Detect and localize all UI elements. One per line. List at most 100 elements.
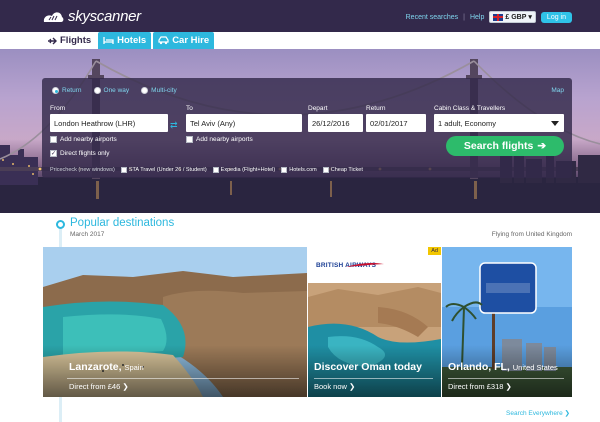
flight-search-form: Return One way Multi-city Map From Londo… (42, 78, 572, 178)
top-header: skyscanner Recent searches | Help £ GBP … (0, 0, 600, 32)
chevron-right-icon: ❯ (564, 410, 570, 417)
radio-one-way-dot (93, 87, 101, 94)
pricecheck-title: Pricecheck (new windows) (50, 167, 115, 173)
login-button[interactable]: Log in (540, 11, 572, 23)
plane-icon (48, 37, 57, 44)
tab-flights-label: Flights (60, 35, 92, 46)
card-link-label: Direct from £318 (448, 382, 504, 391)
direct-flights-box: ✓ (50, 150, 57, 157)
trip-type-radios: Return One way Multi-city (52, 87, 177, 94)
tab-hotels[interactable]: Hotels (98, 32, 152, 49)
chevron-down-icon: ▾ (528, 14, 532, 21)
pricecheck-expedia[interactable]: Expedia (Flight+Hotel) (212, 167, 276, 173)
card-link[interactable]: Direct from £46 ❯ (69, 382, 129, 391)
cabin-travellers-select[interactable]: 1 adult, Economy (434, 114, 564, 132)
ad-badge: Ad (428, 247, 441, 255)
pricecheck-sta-label: STA Travel (Under 26 / Student) (128, 167, 207, 173)
pricecheck-sta-travel[interactable]: STA Travel (Under 26 / Student) (120, 167, 207, 173)
destination-card-orlando[interactable]: Orlando, FL, United States Direct from £… (442, 247, 572, 397)
radio-one-way[interactable]: One way (93, 87, 130, 94)
direct-flights-checkbox[interactable]: ✓ Direct flights only (50, 150, 110, 157)
speedmarque-icon (346, 263, 384, 267)
chevron-right-icon: ❯ (505, 382, 512, 391)
add-nearby-to-box (186, 136, 193, 143)
depart-date-input[interactable]: 26/12/2016 (308, 114, 363, 132)
swap-arrows-icon[interactable]: ⇄ (170, 120, 178, 131)
bed-icon (103, 37, 114, 44)
cabin-value: 1 adult, Economy (438, 118, 496, 128)
add-nearby-from-label: Add nearby airports (60, 136, 117, 143)
recent-searches-link[interactable]: Recent searches (406, 14, 459, 21)
card-city: Lanzarote, (69, 361, 122, 373)
card-title: Discover Oman today (314, 361, 422, 373)
tab-flights[interactable]: Flights (42, 32, 97, 49)
card-link[interactable]: Direct from £318 ❯ (448, 382, 512, 391)
to-input[interactable]: Tel Aviv (Any) (186, 114, 302, 132)
card-title: Lanzarote, Spain (69, 361, 144, 373)
skyscanner-page: skyscanner Recent searches | Help £ GBP … (0, 0, 600, 422)
search-everywhere-link[interactable]: Search Everywhere ❯ (506, 409, 570, 417)
uk-flag-icon (493, 13, 504, 21)
add-nearby-to-checkbox[interactable]: Add nearby airports (186, 136, 253, 143)
card-city: Orlando, FL, (448, 361, 510, 373)
cabin-label: Cabin Class & Travellers (434, 105, 506, 112)
currency-label: £ GBP (505, 13, 527, 21)
card-link[interactable]: Book now ❯ (314, 382, 355, 391)
radio-one-way-label: One way (103, 87, 130, 94)
pricecheck-hotels-label: Hotels.com (289, 167, 317, 173)
search-everywhere-label: Search Everywhere (506, 410, 563, 417)
british-airways-logo: BRITISH AIRWAYS (316, 262, 384, 269)
pricecheck-cheap-ticket[interactable]: Cheap Ticket (322, 167, 363, 173)
card-link-label: Direct from £46 (69, 382, 121, 391)
tab-hotels-label: Hotels (117, 35, 147, 46)
popular-destinations-title: Popular destinations (70, 217, 175, 229)
radio-return-dot (52, 87, 59, 94)
add-nearby-from-box (50, 136, 57, 143)
return-label: Return (366, 105, 386, 112)
radio-multi-city-label: Multi-city (151, 87, 177, 94)
popular-destinations-date: March 2017 (70, 231, 105, 238)
card-country: Spain (124, 363, 144, 372)
radio-return-label: Return (62, 87, 82, 94)
brand-name: skyscanner (68, 7, 141, 25)
skyscanner-logo[interactable]: skyscanner (42, 6, 141, 26)
destination-card-lanzarote[interactable]: Lanzarote, Spain Direct from £46 ❯ (43, 247, 307, 397)
pricecheck-expedia-box (212, 167, 219, 173)
from-label: From (50, 105, 66, 112)
radio-return[interactable]: Return (52, 87, 82, 94)
depart-label: Depart (308, 105, 328, 112)
pricecheck-hotels-com[interactable]: Hotels.com (281, 167, 317, 173)
cloud-sun-icon (43, 12, 64, 22)
search-flights-button[interactable]: Search flights ➔ (446, 136, 564, 156)
radio-multi-city[interactable]: Multi-city (141, 87, 177, 94)
tab-car-hire-label: Car Hire (172, 35, 210, 46)
pricecheck-cheap-box (322, 167, 329, 173)
help-link[interactable]: Help (470, 14, 484, 21)
tab-car-hire[interactable]: Car Hire (153, 32, 215, 49)
add-nearby-from-checkbox[interactable]: Add nearby airports (50, 136, 117, 143)
card-title: Orlando, FL, United States (448, 361, 558, 373)
card-divider (314, 378, 433, 379)
pricecheck-cheap-label: Cheap Ticket (330, 167, 363, 173)
chevron-right-icon: ❯ (122, 382, 129, 391)
from-input[interactable]: London Heathrow (LHR) (50, 114, 168, 132)
return-date-input[interactable]: 02/01/2017 (366, 114, 426, 132)
pricecheck-expedia-label: Expedia (Flight+Hotel) (220, 167, 276, 173)
currency-selector[interactable]: £ GBP ▾ (489, 11, 536, 23)
card-divider (448, 378, 564, 379)
arrow-right-icon: ➔ (537, 140, 547, 152)
search-flights-label: Search flights (463, 140, 534, 152)
header-links: Recent searches | Help £ GBP ▾ Log in (406, 11, 572, 23)
pricecheck-sta-box (120, 167, 127, 173)
pricecheck-row: Pricecheck (new windows) STA Travel (Und… (50, 167, 363, 173)
to-label: To (186, 105, 193, 112)
add-nearby-to-label: Add nearby airports (196, 136, 253, 143)
destination-card-oman-ad[interactable]: BRITISH AIRWAYS Ad Discover Oman today B… (308, 247, 441, 397)
timeline-dot (56, 220, 65, 229)
card-divider (67, 378, 299, 379)
card-link-label: Book now (314, 382, 347, 391)
pricecheck-hotels-box (281, 167, 288, 173)
product-tabs: Flights Hotels Car Hire (42, 32, 215, 49)
map-link[interactable]: Map (551, 87, 564, 94)
chevron-right-icon: ❯ (349, 382, 356, 391)
